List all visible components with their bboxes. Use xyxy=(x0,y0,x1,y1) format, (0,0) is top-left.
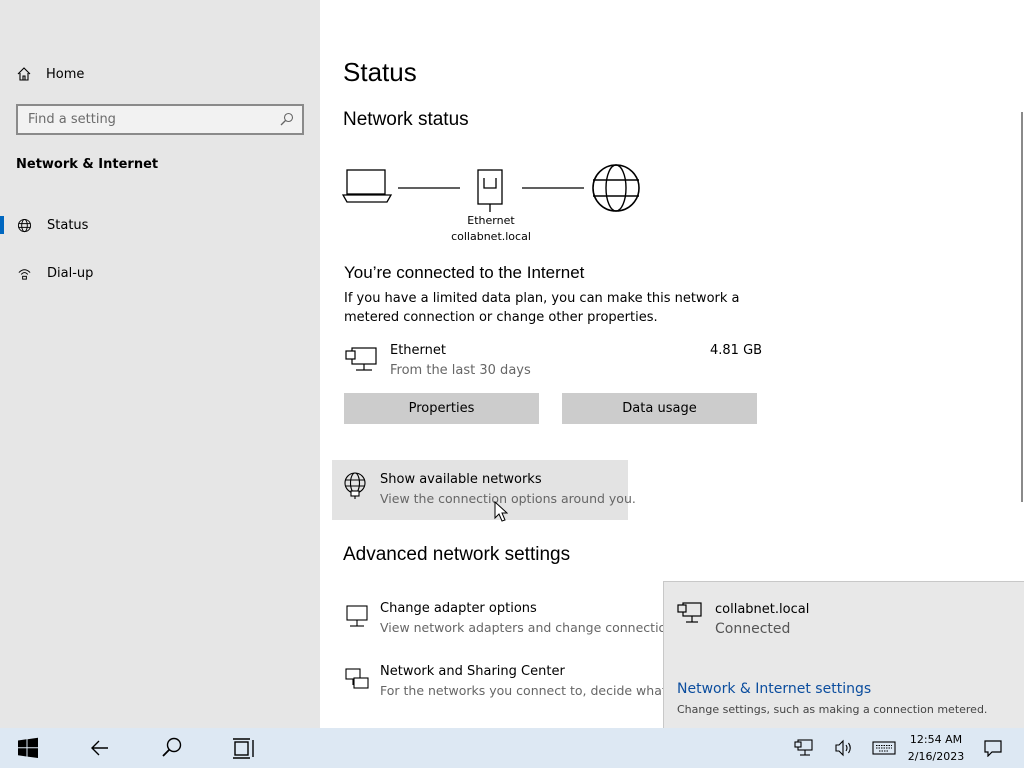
adv-item-subtitle: View network adapters and change connect… xyxy=(380,620,693,635)
dialup-icon xyxy=(18,268,31,280)
show-networks-title: Show available networks xyxy=(380,472,542,487)
mouse-cursor-icon xyxy=(494,501,508,522)
notifications-icon[interactable] xyxy=(983,739,1003,757)
search-icon[interactable] xyxy=(160,736,184,760)
page-title: Status xyxy=(343,57,417,87)
globe-network-icon xyxy=(344,472,366,499)
ethernet-adapter-icon xyxy=(345,347,377,371)
clock-date: 2/16/2023 xyxy=(907,750,965,763)
sidebar-item-status[interactable]: Status xyxy=(0,207,320,243)
clock-time: 12:54 AM xyxy=(909,733,963,746)
show-available-networks[interactable]: Show available networks View the connect… xyxy=(332,460,636,520)
adapter-label: Ethernet xyxy=(467,214,515,227)
sidebar: Home Network & Internet Status Dial-up xyxy=(0,0,320,728)
back-arrow-icon[interactable] xyxy=(88,736,112,760)
network-settings-link[interactable]: Network & Internet settings xyxy=(677,681,871,697)
sidebar-item-dial-up[interactable]: Dial-up xyxy=(0,255,320,291)
flyout-network-name[interactable]: collabnet.local xyxy=(715,602,809,617)
volume-icon[interactable] xyxy=(834,739,854,757)
data-usage-value: 4.81 GB xyxy=(710,343,763,358)
sidebar-home-label: Home xyxy=(46,66,85,82)
network-settings-description: Change settings, such as making a connec… xyxy=(677,703,988,716)
search-box[interactable] xyxy=(16,104,304,135)
windows-start-icon[interactable] xyxy=(16,736,40,760)
network-status-heading: Network status xyxy=(343,109,469,130)
home-icon xyxy=(17,67,31,81)
adv-item-title: Change adapter options xyxy=(380,601,537,616)
data-usage-button[interactable]: Data usage xyxy=(562,393,757,424)
sidebar-home[interactable]: Home xyxy=(16,63,84,85)
network-tray-icon[interactable] xyxy=(794,739,814,757)
sidebar-section-title: Network & Internet xyxy=(16,157,159,172)
ethernet-subtitle: From the last 30 days xyxy=(390,363,531,378)
ethernet-network-icon xyxy=(677,602,702,623)
adv-item-subtitle: For the networks you connect to, decide … xyxy=(380,683,694,698)
properties-button[interactable]: Properties xyxy=(344,393,539,424)
task-view-icon[interactable] xyxy=(232,736,256,760)
advanced-settings-heading: Advanced network settings xyxy=(343,544,571,565)
sharing-center-icon xyxy=(345,668,369,689)
globe-icon xyxy=(17,218,32,232)
taskbar: 12:54 AM 2/16/2023 xyxy=(0,728,1024,768)
clock[interactable]: 12:54 AM 2/16/2023 xyxy=(896,731,976,765)
network-name-label: collabnet.local xyxy=(451,230,531,243)
network-flyout: collabnet.local Connected Network & Inte… xyxy=(663,581,1024,728)
keyboard-icon[interactable] xyxy=(872,739,896,757)
sidebar-item-label: Dial-up xyxy=(47,265,94,281)
scrollbar[interactable] xyxy=(1021,112,1023,502)
ethernet-name: Ethernet xyxy=(390,343,446,358)
search-input[interactable] xyxy=(18,106,258,133)
adapter-icon xyxy=(346,605,368,627)
sidebar-item-label: Status xyxy=(47,217,89,233)
search-icon[interactable] xyxy=(280,112,294,126)
connected-description: If you have a limited data plan, you can… xyxy=(344,291,740,325)
network-diagram: Ethernet collabnet.local xyxy=(342,162,652,252)
laptop-icon xyxy=(342,169,393,203)
globe-icon xyxy=(592,164,640,212)
connected-heading: You’re connected to the Internet xyxy=(344,263,585,282)
flyout-network-status: Connected xyxy=(715,621,791,637)
ethernet-port-icon xyxy=(477,169,503,212)
adv-item-title: Network and Sharing Center xyxy=(380,664,565,679)
